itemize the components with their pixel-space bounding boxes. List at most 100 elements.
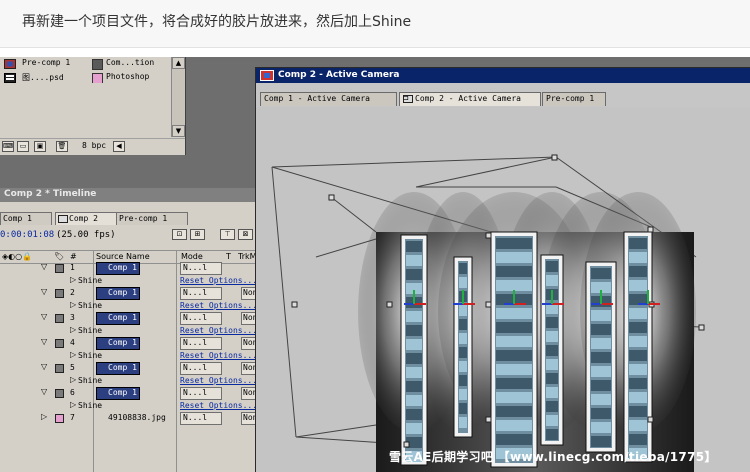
blend-mode-dropdown[interactable]: N...l	[180, 312, 222, 325]
layer-row[interactable]: ▽ 4 Comp 1 N...l Non	[0, 337, 260, 350]
composition-window: Comp 2 - Active Camera Comp 1 - Active C…	[255, 67, 750, 472]
effect-row[interactable]: ▷ Shine Reset Options...	[0, 325, 258, 337]
tab-comp-1[interactable]: Comp 1	[0, 212, 52, 225]
tab-pre-comp-1[interactable]: Pre-comp 1	[542, 92, 606, 106]
label-color-swatch[interactable]	[55, 264, 64, 273]
project-panel: Pre-comp 1 Com...tion 图....psd Photoshop…	[0, 57, 186, 155]
timeline-title-bar: Comp 2 * Timeline	[0, 188, 258, 202]
expand-triangle-icon[interactable]: ▽	[41, 287, 47, 296]
reset-options-link[interactable]: Reset Options...	[180, 301, 257, 310]
draft-3d-icon[interactable]: ⊤	[220, 229, 235, 240]
layer-number: 4	[70, 338, 75, 347]
film-frame	[629, 392, 647, 403]
composition-canvas	[271, 154, 705, 472]
effect-row[interactable]: ▷ Shine Reset Options...	[0, 275, 258, 287]
snapshot-icon[interactable]: ⊞	[190, 229, 205, 240]
layer-source-name[interactable]: Comp 1	[96, 287, 140, 300]
reset-options-link[interactable]: Reset Options...	[180, 376, 257, 385]
scroll-down-icon[interactable]: ▼	[172, 125, 185, 137]
expand-triangle-icon[interactable]: ▷	[70, 400, 76, 409]
project-scrollbar[interactable]: ▲ ▼	[171, 57, 185, 137]
expand-triangle-icon[interactable]: ▷	[70, 300, 76, 309]
layer-source-name[interactable]: Comp 1	[96, 337, 140, 350]
effect-row[interactable]: ▷ Shine Reset Options...	[0, 375, 258, 387]
frame-rate-label: (25.00 fps)	[56, 230, 116, 240]
project-toolbar: ⌨ ▭ ▣ 🗑 8 bpc ◀	[0, 138, 185, 155]
effect-row[interactable]: ▷ Shine Reset Options...	[0, 400, 258, 412]
layer-source-name[interactable]: Comp 1	[96, 362, 140, 375]
label-color-swatch[interactable]	[55, 414, 64, 423]
trash-icon[interactable]: 🗑	[56, 141, 68, 152]
film-frame	[496, 266, 532, 277]
expand-triangle-icon[interactable]: ▷	[70, 350, 76, 359]
layer-source-name[interactable]: Comp 1	[96, 312, 140, 325]
comp-marker-icon[interactable]: ⊡	[172, 229, 187, 240]
layer-row[interactable]: ▽ 1 Comp 1 N...l	[0, 262, 258, 275]
column-mode[interactable]: Mode	[181, 252, 203, 261]
current-time-display[interactable]: 0:00:01:08	[0, 230, 54, 240]
film-frame	[406, 353, 422, 364]
scroll-up-icon[interactable]: ▲	[172, 57, 185, 69]
layer-row[interactable]: ▽ 2 Comp 1 N...l Non	[0, 287, 260, 300]
expand-triangle-icon[interactable]: ▽	[41, 262, 47, 271]
layer-source-name[interactable]: Comp 1	[96, 387, 140, 400]
blend-mode-dropdown[interactable]: N...l	[180, 337, 222, 350]
film-frame	[591, 408, 611, 419]
film-frame	[629, 238, 647, 249]
film-frame	[546, 415, 558, 426]
layer-number: 5	[70, 363, 75, 372]
blend-mode-dropdown[interactable]: N...l	[180, 387, 222, 400]
composition-viewer[interactable]	[256, 107, 750, 472]
interpret-footage-icon[interactable]: ⌨	[2, 141, 14, 152]
layer-row[interactable]: ▽ 6 Comp 1 N...l Non	[0, 387, 260, 400]
label-color-swatch[interactable]	[55, 314, 64, 323]
effect-name: Shine	[78, 275, 103, 285]
blend-mode-dropdown[interactable]: N...l	[180, 362, 222, 375]
tab-comp-1-active-camera[interactable]: Comp 1 - Active Camera	[260, 92, 397, 106]
layer-row[interactable]: ▽ 3 Comp 1 N...l Non	[0, 312, 260, 325]
blend-mode-dropdown[interactable]: N...l	[180, 412, 222, 425]
motion-blur-icon[interactable]: ⊠	[238, 229, 253, 240]
tab-close-icon[interactable]: ⊐	[403, 94, 538, 102]
composition-title: Comp 2 - Active Camera	[278, 70, 400, 80]
new-composition-icon[interactable]: ▣	[34, 141, 46, 152]
bit-depth-button[interactable]: 8 bpc	[82, 141, 106, 150]
expand-triangle-icon[interactable]: ▷	[70, 325, 76, 334]
reset-options-link[interactable]: Reset Options...	[180, 326, 257, 335]
film-frame	[629, 280, 647, 291]
film-frame	[496, 364, 532, 375]
film-frame	[496, 392, 532, 403]
layer-row[interactable]: ▽ 5 Comp 1 N...l Non	[0, 362, 260, 375]
film-frame	[459, 417, 467, 428]
effect-row[interactable]: ▷ Shine Reset Options...	[0, 350, 258, 362]
expand-triangle-icon[interactable]: ▽	[41, 312, 47, 321]
blend-mode-dropdown[interactable]: N...l	[180, 287, 222, 300]
layer-source-name[interactable]: Comp 1	[96, 262, 140, 275]
effect-name: Shine	[78, 375, 103, 385]
reset-options-link[interactable]: Reset Options...	[180, 351, 257, 360]
tab-comp-2-active-camera[interactable]: Comp 2 - Active Camera ⊐	[399, 92, 541, 106]
expand-triangle-icon[interactable]: ▽	[41, 337, 47, 346]
psd-file-icon	[4, 73, 16, 83]
expand-triangle-icon[interactable]: ▷	[70, 375, 76, 384]
expand-triangle-icon[interactable]: ▷	[70, 275, 76, 284]
label-color-swatch[interactable]	[55, 289, 64, 298]
reset-options-link[interactable]: Reset Options...	[180, 401, 257, 410]
tab-pre-comp-1[interactable]: Pre-comp 1	[116, 212, 188, 225]
layer-row[interactable]: ▷ 7 49108838.jpg N...l Non	[0, 412, 260, 425]
label-color-swatch[interactable]	[55, 339, 64, 348]
composition-title-bar: Comp 2 - Active Camera	[256, 68, 750, 83]
expand-triangle-icon[interactable]: ▷	[41, 412, 47, 421]
new-folder-icon[interactable]: ▭	[17, 141, 29, 152]
blend-mode-dropdown[interactable]: N...l	[180, 262, 222, 275]
reset-options-link[interactable]: Reset Options...	[180, 276, 257, 285]
label-color-swatch[interactable]	[55, 364, 64, 373]
expand-triangle-icon[interactable]: ▽	[41, 362, 47, 371]
effect-row[interactable]: ▷ Shine Reset Options...	[0, 300, 258, 312]
column-source-name[interactable]: Source Name	[96, 252, 150, 261]
layer-source-name[interactable]: 49108838.jpg	[108, 413, 166, 422]
scroll-left-icon[interactable]: ◀	[113, 141, 125, 152]
expand-triangle-icon[interactable]: ▽	[41, 387, 47, 396]
label-color-swatch[interactable]	[55, 389, 64, 398]
tab-comp-2[interactable]: Comp 2	[55, 212, 117, 225]
